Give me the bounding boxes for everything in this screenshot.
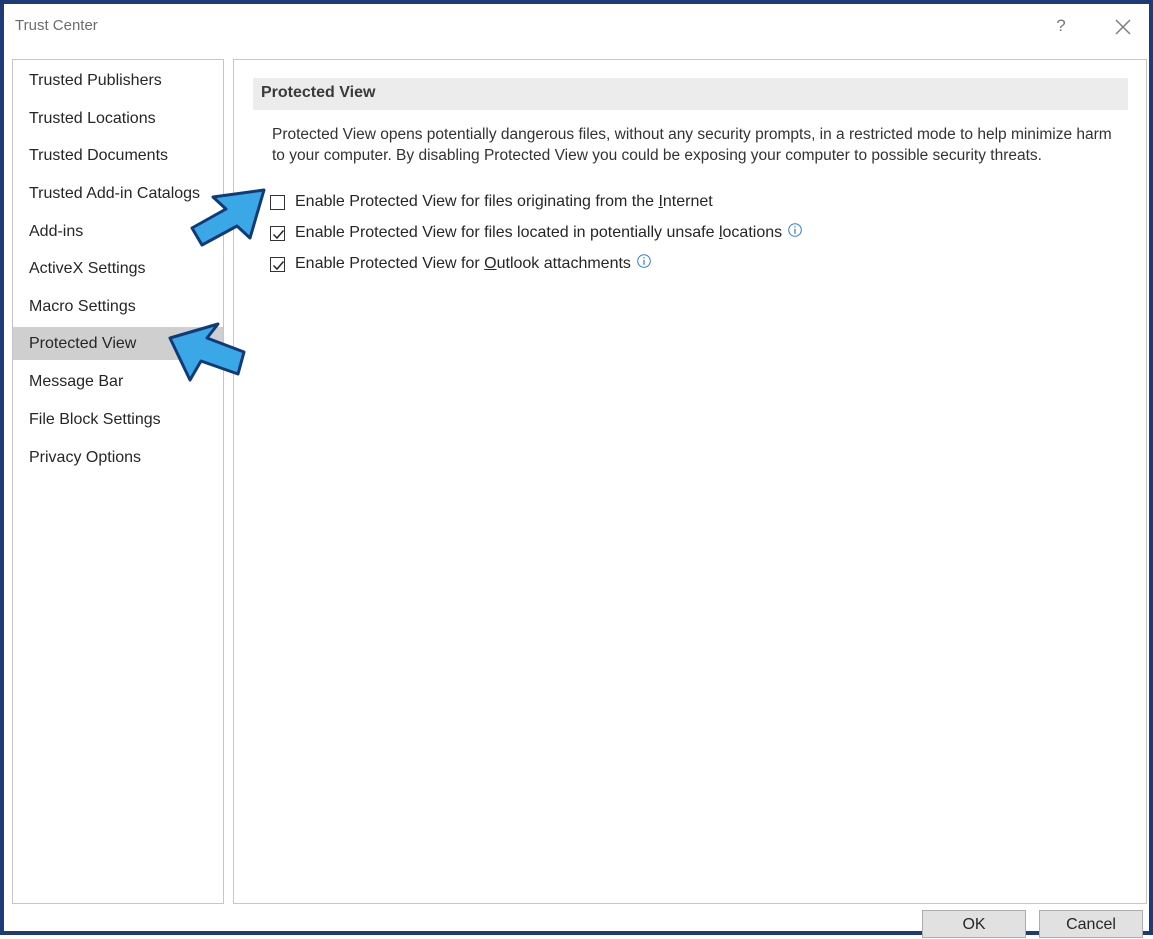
info-icon[interactable]: [787, 222, 803, 238]
option-outlook-attachments[interactable]: Enable Protected View for Outlook attach…: [270, 253, 652, 275]
dialog-window: Trust Center ? Trusted Publishers Truste…: [0, 0, 1153, 938]
annotation-arrow-icon: [168, 322, 246, 382]
checkmark-icon: [272, 260, 285, 270]
window-title: Trust Center: [15, 17, 98, 34]
content-pane: Protected View Protected View opens pote…: [233, 59, 1147, 904]
internet-files-checkbox[interactable]: [270, 194, 285, 210]
outlook-attachments-checkbox[interactable]: [270, 256, 285, 272]
option-internet-files[interactable]: Enable Protected View for files originat…: [270, 191, 713, 213]
option-unsafe-locations[interactable]: Enable Protected View for files located …: [270, 222, 803, 244]
info-icon[interactable]: [636, 253, 652, 269]
sidebar-item-trusted-locations[interactable]: Trusted Locations: [13, 102, 223, 135]
sidebar-item-file-block-settings[interactable]: File Block Settings: [13, 403, 223, 436]
sidebar-item-activex-settings[interactable]: ActiveX Settings: [13, 252, 223, 285]
unsafe-locations-checkbox[interactable]: [270, 225, 285, 241]
section-title: Protected View: [253, 78, 1128, 110]
help-button[interactable]: ?: [1050, 14, 1072, 38]
sidebar-item-privacy-options[interactable]: Privacy Options: [13, 441, 223, 474]
ok-button[interactable]: OK: [922, 910, 1026, 938]
option-label: Enable Protected View for Outlook attach…: [295, 255, 631, 272]
close-icon: [1115, 19, 1131, 35]
section-description: Protected View opens potentially dangero…: [272, 126, 1112, 164]
sidebar-item-trusted-publishers[interactable]: Trusted Publishers: [13, 64, 223, 97]
annotation-arrow-icon: [190, 188, 266, 247]
checkmark-icon: [272, 229, 285, 239]
close-button[interactable]: [1108, 12, 1138, 42]
option-label: Enable Protected View for files originat…: [295, 193, 713, 210]
sidebar-item-trusted-documents[interactable]: Trusted Documents: [13, 139, 223, 172]
option-label: Enable Protected View for files located …: [295, 224, 783, 241]
cancel-button[interactable]: Cancel: [1039, 910, 1143, 938]
